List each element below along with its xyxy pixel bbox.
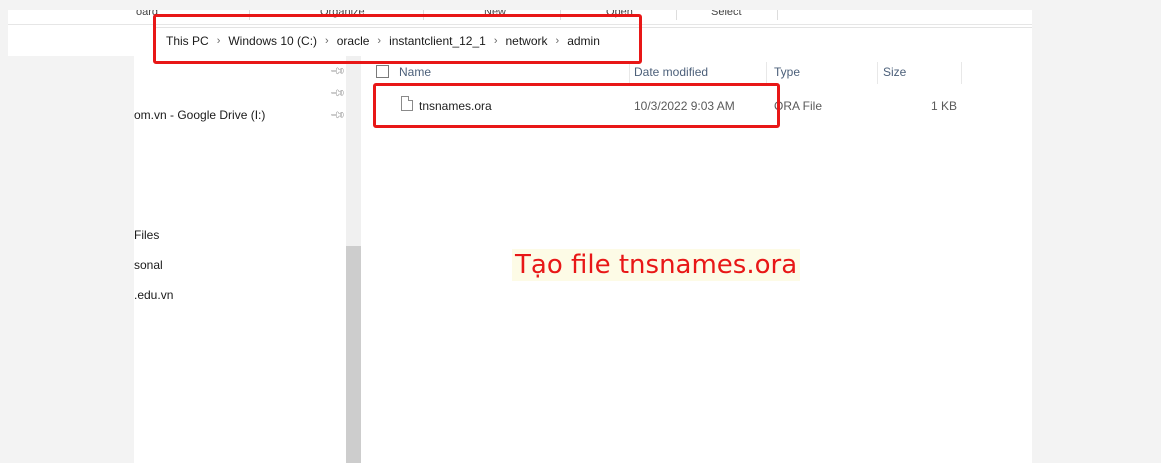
nav-item-edu[interactable]: .edu.vn: [134, 288, 173, 302]
column-name[interactable]: Name: [399, 65, 431, 79]
file-size: 1 KB: [931, 99, 958, 113]
nav-pane-cutoff: [8, 56, 134, 463]
column-divider[interactable]: [877, 62, 878, 84]
file-type: ORA File: [774, 99, 823, 113]
file-explorer-window: oard Organize New Open Select This PC › …: [8, 10, 1032, 463]
file-highlight-box: [373, 83, 780, 128]
nav-item-files[interactable]: Files: [134, 228, 159, 242]
nav-scroll-thumb[interactable]: [346, 246, 361, 463]
pin-icon[interactable]: 📌︎: [329, 85, 346, 102]
nav-item-personal[interactable]: sonal: [134, 258, 163, 272]
annotation-callout: Tạo file tnsnames.ora: [512, 249, 801, 281]
column-header-row: Name Date modified Type Size: [361, 62, 1032, 84]
ribbon-group-select: Select: [711, 10, 742, 18]
navigation-pane: 📌︎ ⌃ 📌︎ om.vn - Google Drive (I:) 📌︎ Fil…: [8, 56, 361, 463]
column-size[interactable]: Size: [883, 65, 906, 79]
pin-icon[interactable]: 📌︎: [329, 63, 346, 80]
ribbon-divider: [777, 10, 778, 20]
column-divider[interactable]: [629, 62, 630, 84]
column-divider[interactable]: [766, 62, 767, 84]
ribbon-divider: [676, 10, 677, 20]
nav-item-google-drive[interactable]: om.vn - Google Drive (I:): [134, 108, 265, 122]
address-highlight-box: [153, 14, 642, 64]
column-divider[interactable]: [961, 62, 962, 84]
select-all-checkbox[interactable]: [376, 65, 389, 78]
pin-icon[interactable]: 📌︎: [329, 107, 346, 124]
column-date-modified[interactable]: Date modified: [634, 65, 708, 79]
column-type[interactable]: Type: [774, 65, 800, 79]
